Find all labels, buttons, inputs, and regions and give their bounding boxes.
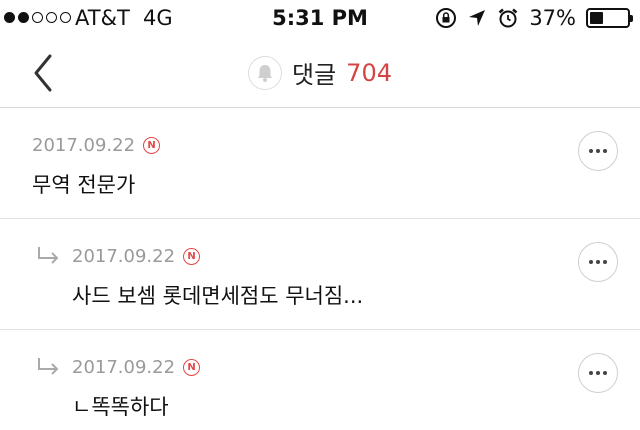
more-dot xyxy=(596,149,600,153)
comment-meta: 2017.09.22 N xyxy=(32,135,161,156)
title-label: 댓글 xyxy=(292,61,337,89)
navigation-bar: 댓글 704 xyxy=(0,38,640,108)
reply-arrow-icon xyxy=(38,247,59,264)
reply-arrow-icon xyxy=(38,358,59,375)
more-options-button[interactable] xyxy=(578,353,618,393)
battery-percent: 37% xyxy=(529,6,576,30)
location-arrow-icon xyxy=(467,8,487,28)
status-right-group: 37% xyxy=(435,6,633,30)
notification-bell-button[interactable] xyxy=(248,55,282,90)
comment-item: 2017.09.22 N 무역 전문가 xyxy=(0,109,640,219)
new-badge: N xyxy=(143,137,161,154)
more-dot xyxy=(603,149,607,153)
rotation-lock-icon xyxy=(435,7,457,29)
more-dot xyxy=(603,371,607,375)
battery-fill xyxy=(590,12,603,24)
new-badge: N xyxy=(183,248,201,265)
more-dot xyxy=(589,149,593,153)
comment-text: 사드 보셈 롯데면세점도 무너짐... xyxy=(72,284,364,308)
more-dot xyxy=(596,371,600,375)
comment-item: 2017.09.22 N ㄴ똑똑하다 xyxy=(0,331,640,430)
comment-date: 2017.09.22 xyxy=(72,246,176,267)
new-badge: N xyxy=(183,359,201,376)
comment-date: 2017.09.22 xyxy=(32,135,136,156)
comment-item: 2017.09.22 N 사드 보셈 롯데면세점도 무너짐... xyxy=(0,220,640,330)
page-title: 댓글 704 xyxy=(0,55,640,90)
more-options-button[interactable] xyxy=(578,131,618,171)
comment-count: 704 xyxy=(346,58,392,87)
comment-meta: 2017.09.22 N xyxy=(72,246,201,267)
more-dot xyxy=(589,260,593,264)
more-dot xyxy=(589,371,593,375)
comment-meta: 2017.09.22 N xyxy=(72,357,201,378)
more-dot xyxy=(603,260,607,264)
bell-icon xyxy=(258,64,272,82)
status-bar: AT&T 4G 5:31 PM 37% xyxy=(0,0,640,38)
comment-text: 무역 전문가 xyxy=(32,173,136,197)
battery-icon xyxy=(586,8,633,28)
more-options-button[interactable] xyxy=(578,242,618,282)
comment-date: 2017.09.22 xyxy=(72,357,176,378)
more-dot xyxy=(596,260,600,264)
comment-text: ㄴ똑똑하다 xyxy=(72,395,169,419)
alarm-clock-icon xyxy=(497,7,519,29)
